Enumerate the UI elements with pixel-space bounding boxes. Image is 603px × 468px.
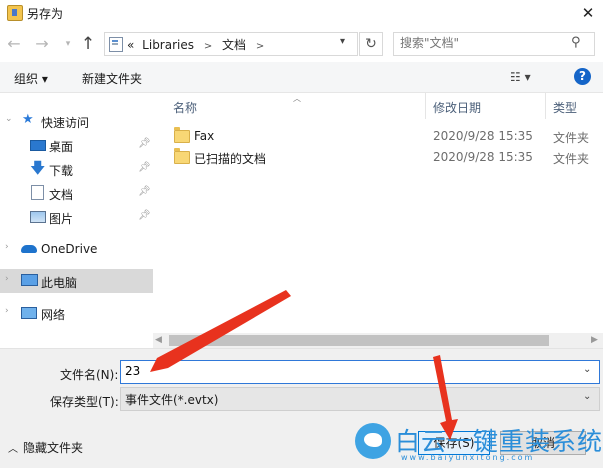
chevron-right-icon[interactable]: › [5,242,9,252]
sidebar-item-label: 文档 [49,188,74,202]
address-bar[interactable]: « Libraries > 文档 > [104,32,358,56]
back-arrow-icon[interactable]: ← [6,34,22,54]
scroll-right-icon[interactable]: ▶ [591,335,598,345]
column-header-name[interactable]: 名称 [173,99,197,116]
filename-label: 文件名(N): [60,368,119,382]
column-divider[interactable] [545,93,546,119]
network-icon [21,307,37,319]
column-divider[interactable] [425,93,426,119]
pin-icon: 📌︎ [138,162,151,173]
search-box[interactable]: ⚲ [393,32,595,56]
savetype-select[interactable]: 事件文件(*.evtx) ⌄ [120,387,600,411]
download-icon: 🡇 [30,159,46,177]
savetype-value: 事件文件(*.evtx) [125,393,219,407]
table-row[interactable]: 已扫描的文档 2020/9/28 15:35 文件夹 [169,148,599,168]
sidebar-item-onedrive[interactable]: › OneDrive [0,237,153,261]
sidebar-item-quick-access[interactable]: ⌄ ★ 快速访问 [0,109,153,133]
sidebar-item-label: 桌面 [49,140,74,154]
address-dropdown-icon[interactable]: ▾ [340,36,345,47]
chevron-down-icon[interactable]: ⌄ [5,114,13,124]
hide-folders-button[interactable]: ︿ 隐藏文件夹 [8,439,83,456]
sidebar-item-documents[interactable]: 文档 📌︎ [0,181,153,205]
file-date: 2020/9/28 15:35 [433,150,533,164]
sidebar-item-label: 图片 [49,212,74,226]
picture-icon [30,211,46,223]
new-folder-button[interactable]: 新建文件夹 [82,70,142,87]
sidebar-item-network[interactable]: › 网络 [0,301,153,325]
column-header-date[interactable]: 修改日期 [433,99,481,116]
chevron-right-icon[interactable]: › [5,306,9,316]
chevron-right-icon[interactable]: › [5,274,9,284]
pin-icon: 📌︎ [138,138,151,149]
file-type: 文件夹 [553,152,590,166]
cloud-icon [21,245,37,253]
breadcrumb-libraries[interactable]: Libraries [142,38,194,52]
app-icon [7,5,23,21]
forward-arrow-icon[interactable]: → [34,34,50,54]
file-type: 文件夹 [553,131,590,145]
breadcrumb: « Libraries > 文档 > [127,36,264,53]
pin-icon: 📌︎ [138,210,151,221]
sidebar-item-label: 此电脑 [41,276,78,290]
folder-icon [174,148,190,164]
refresh-icon[interactable]: ↻ [359,32,383,56]
command-bar: 组织 ▾ 新建文件夹 ☷ ▾ ? [0,62,603,93]
document-icon [31,185,44,200]
savetype-label: 保存类型(T): [50,395,119,409]
breadcrumb-separator-icon[interactable]: > [256,41,264,52]
library-document-icon [109,37,123,52]
organize-button[interactable]: 组织 ▾ [14,70,48,87]
filename-input[interactable] [125,364,565,378]
view-options-icon[interactable]: ☷ ▾ [510,70,531,84]
chevron-down-icon[interactable]: ⌄ [583,364,591,375]
desktop-icon [30,140,46,151]
search-icon[interactable]: ⚲ [571,35,581,50]
column-header-type[interactable]: 类型 [553,99,577,116]
recent-locations-chevron-icon[interactable]: ▾ [60,34,76,54]
breadcrumb-overflow[interactable]: « [127,38,134,52]
hide-folders-label: 隐藏文件夹 [23,441,84,455]
breadcrumb-separator-icon[interactable]: > [204,41,212,52]
file-name: Fax [194,129,215,143]
watermark-url: www.baiyunxitong.com [401,453,535,462]
chevron-up-icon: ︿ [8,444,18,455]
chevron-down-icon[interactable]: ⌄ [583,391,591,402]
up-arrow-icon[interactable]: ↑ [80,34,96,54]
file-date: 2020/9/28 15:35 [433,129,533,143]
breadcrumb-documents[interactable]: 文档 [222,38,246,52]
folder-icon [174,127,190,143]
sidebar-item-desktop[interactable]: 桌面 📌︎ [0,133,153,157]
horizontal-scrollbar[interactable]: ◀ ▶ [153,333,603,348]
sort-ascending-icon: ︿ [293,94,301,103]
sidebar-item-pictures[interactable]: 图片 📌︎ [0,205,153,229]
help-icon[interactable]: ? [574,68,591,85]
sidebar-item-label: 下载 [49,164,74,178]
table-row[interactable]: Fax 2020/9/28 15:35 文件夹 [169,127,599,147]
computer-icon [21,274,38,286]
star-icon: ★ [22,112,34,127]
close-button[interactable]: ✕ [573,0,603,26]
sidebar-item-label: OneDrive [41,242,98,256]
sidebar-item-label: 网络 [41,308,66,322]
search-input[interactable] [400,36,560,50]
navigation-pane: ⌄ ★ 快速访问 桌面 📌︎ 🡇 下载 📌︎ 文档 📌︎ 图片 📌︎ › One… [0,93,153,347]
watermark: 白云一键重装系统 www.baiyunxitong.com [353,421,603,467]
sidebar-item-this-pc[interactable]: › 此电脑 [0,269,153,293]
bird-logo-icon [355,423,391,459]
file-list: ︿ 名称 修改日期 类型 Fax 2020/9/28 15:35 文件夹 已扫描… [153,93,603,333]
sidebar-item-downloads[interactable]: 🡇 下载 📌︎ [0,157,153,181]
window-title: 另存为 [27,7,64,21]
title-bar: 另存为 ✕ [0,0,603,26]
filename-combobox[interactable]: ⌄ [120,360,600,384]
pin-icon: 📌︎ [138,186,151,197]
sidebar-item-label: 快速访问 [41,116,90,130]
file-name: 已扫描的文档 [194,152,267,166]
scroll-left-icon[interactable]: ◀ [155,335,162,345]
scrollbar-thumb[interactable] [169,335,549,346]
